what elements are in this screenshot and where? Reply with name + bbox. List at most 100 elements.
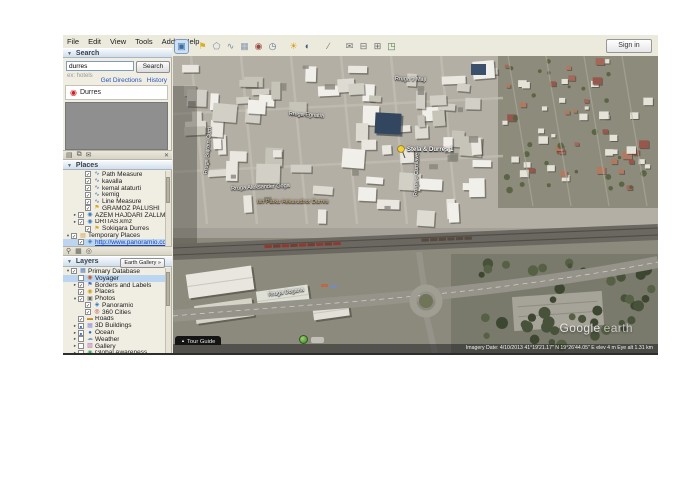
historical-imagery-icon[interactable]: ◷ [266, 40, 279, 53]
add-polygon-icon[interactable]: ⬠ [210, 40, 223, 53]
scrollbar-thumb[interactable] [166, 177, 170, 203]
checkbox-unchecked[interactable] [78, 275, 84, 281]
checkbox-checked[interactable]: ✓ [71, 268, 77, 274]
checkbox-checked[interactable]: ✓ [85, 199, 91, 205]
folder-icon: ▤ [79, 233, 87, 239]
checkbox-checked[interactable]: ✓ [78, 212, 84, 218]
placemark-label: Stela & Durres 1 [407, 147, 453, 153]
tree-row-roads[interactable]: ✓▬Roads [63, 316, 167, 323]
buildings-icon: ▦ [86, 323, 94, 329]
watermark-google: Google [560, 321, 601, 335]
checkbox-unchecked[interactable] [78, 350, 84, 353]
globe-icon[interactable] [299, 335, 308, 344]
tree-row-kemal-ataturti[interactable]: ✓∿kemal ataturti [63, 185, 167, 192]
earth-gallery-button[interactable]: Earth Gallery » [120, 258, 165, 268]
satellite-imagery [173, 56, 658, 353]
places-panel-header[interactable]: ▼ Places [63, 160, 172, 170]
menu-tools[interactable]: Tools [135, 37, 153, 46]
tree-row-3d-buildings[interactable]: ▸■▦3D Buildings [63, 322, 167, 329]
tree-row-photos[interactable]: ▾✓▣Photos [63, 295, 167, 302]
checkbox-checked[interactable]: ✓ [85, 226, 91, 232]
checkbox-checked[interactable]: ✓ [85, 171, 91, 177]
scrollbar-thumb[interactable] [166, 272, 170, 306]
email-icon[interactable]: ✉ [343, 40, 356, 53]
sign-in-button[interactable]: Sign in [606, 39, 652, 53]
tree-row-borders-and-labels[interactable]: ▸✓⚑Borders and Labels [63, 282, 167, 289]
checkbox-checked[interactable]: ✓ [85, 185, 91, 191]
checkbox-unchecked[interactable] [78, 336, 84, 342]
checkbox-checked[interactable]: ✓ [78, 289, 84, 295]
search-panel-header[interactable]: ▼ Search [63, 48, 172, 58]
checkbox-checked[interactable]: ✓ [85, 178, 91, 184]
tree-label[interactable]: http://www.panoramio.com/photo/20 [95, 239, 167, 246]
add-path-icon[interactable]: ∿ [224, 40, 237, 53]
history-link[interactable]: History [147, 77, 167, 84]
menu-view[interactable]: View [110, 37, 126, 46]
checkbox-checked[interactable]: ✓ [78, 316, 84, 322]
checkbox-checked[interactable]: ✓ [78, 282, 84, 288]
checkbox-checked[interactable]: ✓ [78, 296, 84, 302]
placemark-pushpin-icon[interactable] [395, 144, 409, 160]
tree-row-global-awareness[interactable]: ▸◉Global Awareness [63, 350, 167, 353]
tree-row-kemig[interactable]: ✓∿kemig [63, 191, 167, 198]
layers-scrollbar[interactable] [165, 268, 171, 353]
tree-row-voyager[interactable]: ◉Voyager [63, 275, 167, 282]
sunlight-icon[interactable]: ☀ [287, 40, 300, 53]
search-button[interactable]: Search [136, 61, 170, 73]
tree-row-weather[interactable]: ▸☁Weather [63, 336, 167, 343]
print-icon[interactable]: ⊟ [357, 40, 370, 53]
search-places-icon[interactable]: ⚲ [66, 247, 71, 255]
tree-row-line-measure[interactable]: ✓∿Line Measure [63, 198, 167, 205]
add-placemark-icon[interactable]: ⚑ [196, 40, 209, 53]
checkbox-checked[interactable]: ✓ [71, 233, 77, 239]
tree-row-http-www-panoramio-com-photo[interactable]: ✓◈http://www.panoramio.com/photo/20 [63, 239, 167, 246]
layers-panel-header[interactable]: ▼ Layers Earth Gallery » [63, 256, 172, 267]
menu-edit[interactable]: Edit [88, 37, 101, 46]
tree-row-360-cities[interactable]: ✓◎360 Cities [63, 309, 167, 316]
checkbox-checked[interactable]: ✓ [85, 192, 91, 198]
globe-small-icon[interactable]: ◎ [86, 247, 92, 255]
ruler-icon[interactable]: ∕ [322, 40, 335, 53]
planets-icon[interactable]: ◐ [301, 40, 314, 53]
checkbox-checked[interactable]: ✓ [85, 309, 91, 315]
checkbox-unchecked[interactable] [78, 343, 84, 349]
map-viewport[interactable]: Rruga Aleksander GogaIsh Parku Hekurudho… [173, 56, 658, 353]
checkbox-checked[interactable]: ✓ [78, 219, 84, 225]
tree-row-panoramio[interactable]: ✓◈Panoramio [63, 302, 167, 309]
checkbox-checked[interactable]: ✓ [85, 205, 91, 211]
tour-guide-bar[interactable]: ▲Tour Guide [175, 336, 221, 345]
close-icon[interactable]: ✕ [164, 152, 169, 159]
checkbox-checked[interactable]: ✓ [85, 302, 91, 308]
add-image-overlay-icon[interactable]: ▦ [238, 40, 251, 53]
record-tour-icon[interactable]: ◉ [252, 40, 265, 53]
checkbox-partial[interactable]: ■ [78, 330, 84, 336]
menu-file[interactable]: File [67, 37, 79, 46]
tree-label: Ocean [95, 329, 114, 336]
tree-row-ocean[interactable]: ▸■●Ocean [63, 329, 167, 336]
save-image-icon[interactable]: ⊞ [371, 40, 384, 53]
mail-icon[interactable]: ✉ [86, 151, 92, 159]
tree-row-primary-database[interactable]: ▾✓▦Primary Database [63, 268, 167, 275]
tree-row-gallery[interactable]: ▸▧Gallery [63, 343, 167, 350]
tree-row-places[interactable]: ✓◉Places [63, 288, 167, 295]
tree-row-dritas-kmz[interactable]: ▸✓◉DRITAS.kmz [63, 219, 167, 226]
tree-row-gramoz-palushi[interactable]: ✓⚑GRAMOZ PALUSHI [63, 205, 167, 212]
copy-icon[interactable]: ⧉ [77, 151, 82, 159]
view-in-maps-icon[interactable]: ◳ [385, 40, 398, 53]
checkbox-partial[interactable]: ■ [78, 323, 84, 329]
tree-row-temporary-places[interactable]: ▾✓▤Temporary Places [63, 232, 167, 239]
hide-sidebar-icon[interactable]: ▣ [175, 40, 188, 53]
places-scrollbar[interactable] [165, 171, 171, 246]
tree-row-kavalla[interactable]: ✓∿kavalla [63, 178, 167, 185]
search-input[interactable] [66, 61, 134, 71]
menu-add[interactable]: Add [162, 37, 175, 46]
grid-view-icon[interactable]: ▦ [75, 247, 82, 255]
tree-row-path-measure[interactable]: ✓∿Path Measure [63, 171, 167, 178]
checkbox-checked[interactable]: ✓ [78, 239, 84, 245]
tree-row-azem-hajdari-zallminer-kmz[interactable]: ▸✓◉AZEM HAJDARI ZALLMINER.kmz [63, 212, 167, 219]
get-directions-link[interactable]: Get Directions [101, 77, 142, 84]
weather-icon: ☁ [86, 336, 94, 342]
folder-icon[interactable]: ▤ [66, 151, 73, 159]
tree-row-sokiqara-durres[interactable]: ✓⚑Sokiqara Durres [63, 225, 167, 232]
search-result-row[interactable]: ◉ Durres [65, 85, 168, 100]
